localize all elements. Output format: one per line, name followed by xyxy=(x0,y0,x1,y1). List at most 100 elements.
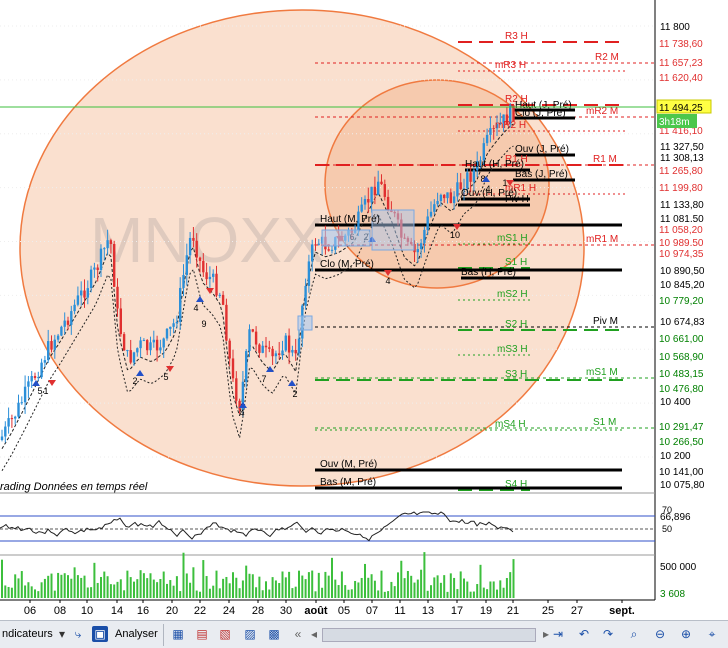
candle-body xyxy=(245,351,248,382)
volume-bar xyxy=(10,587,13,598)
zoom-box-icon[interactable]: ⌕ xyxy=(626,626,642,642)
indicators-menu[interactable]: ndicateurs xyxy=(2,625,53,643)
volume-bar xyxy=(278,583,281,598)
price-highlight-label: 10 661,00 xyxy=(659,334,704,345)
candle-body xyxy=(70,311,73,325)
volume-bar xyxy=(119,579,122,598)
grid-icon[interactable]: ▦ xyxy=(170,626,186,642)
zoom-out-icon[interactable]: ⊖ xyxy=(652,626,668,642)
bottom-toolbar: ndicateurs ▾ ⤷ ▣ Analyser ▦ ▤ ▧ ▨ ▩ « ◂ … xyxy=(0,620,728,648)
volume-bar xyxy=(116,581,119,598)
price-highlight-label: 11 058,20 xyxy=(659,225,703,236)
redo-icon[interactable]: ↷ xyxy=(600,626,616,642)
weekly-level-label: R3 H xyxy=(505,31,528,42)
volume-bar xyxy=(436,575,439,598)
candle-body xyxy=(386,196,390,210)
candle-body xyxy=(93,267,96,270)
candle-body xyxy=(231,358,235,379)
price-tick-label: 11 800 xyxy=(660,22,690,33)
volume-bar xyxy=(439,582,442,598)
dropdown-arrow-icon[interactable]: ▾ xyxy=(54,626,70,642)
candle-body xyxy=(284,335,287,351)
scroll-left-double-icon[interactable]: « xyxy=(290,626,306,642)
scroll-end-icon[interactable]: ⇥ xyxy=(550,626,566,642)
volume-bar xyxy=(218,588,221,598)
volume-bar xyxy=(17,578,20,598)
candle-body xyxy=(281,350,284,355)
volume-bar xyxy=(284,577,287,598)
time-axis[interactable]: 06 08 10 14 16 20 22 24 28 30 août 05 07 11 13 17 19 21 25… xyxy=(0,599,655,620)
scroll-left-icon[interactable]: ◂ xyxy=(306,626,322,642)
candle-body xyxy=(169,326,172,329)
volume-bar xyxy=(482,587,485,598)
candle-body xyxy=(106,240,109,249)
candle-body xyxy=(330,249,334,251)
chart-red-icon[interactable]: ▤ xyxy=(194,626,210,642)
volume-bar xyxy=(27,582,30,598)
candle-body xyxy=(221,294,225,305)
chart-layout-icon[interactable]: ▩ xyxy=(266,626,282,642)
volume-bar xyxy=(139,570,142,598)
volume-bar xyxy=(383,591,386,598)
volume-bar xyxy=(311,570,314,598)
volume-bar xyxy=(294,586,297,598)
volume-bar xyxy=(185,573,188,598)
zone-box xyxy=(297,315,313,331)
time-tick-label: 10 xyxy=(81,605,93,617)
volume-bar xyxy=(159,578,162,598)
candle-body xyxy=(179,287,182,322)
volume-bar xyxy=(344,585,347,598)
chart-template-icon[interactable]: ▨ xyxy=(242,626,258,642)
volume-bar xyxy=(133,581,135,598)
volume-bar xyxy=(232,572,234,598)
zoom-in-icon[interactable]: ⊕ xyxy=(678,626,694,642)
volume-bar xyxy=(443,575,446,598)
volume-bar xyxy=(212,585,215,598)
volume-bar xyxy=(136,579,139,598)
candle-body xyxy=(30,376,33,382)
volume-bar xyxy=(317,572,320,598)
candle-body xyxy=(367,199,370,203)
candle-body xyxy=(469,172,472,182)
candle-body xyxy=(363,199,367,205)
volume-bar xyxy=(430,585,432,598)
candle-body xyxy=(53,339,56,350)
volume-bar xyxy=(449,573,452,598)
candle-body xyxy=(14,416,17,419)
ohlc-level-label: Ouv (M, Pré) xyxy=(320,459,377,470)
chart-canvas[interactable]: MNOXX 51254947262410814 R3 HmR3 HR2 HmR2… xyxy=(0,0,728,620)
volume-panel[interactable]: 500 000 3 608 xyxy=(1,552,697,600)
volume-bar xyxy=(199,591,201,598)
price-tick-label: 11 133,80 xyxy=(660,200,704,211)
oscillator-panel[interactable]: 66,8967050 xyxy=(0,505,691,542)
candle-body xyxy=(0,436,4,440)
analyser-button[interactable]: Analyser xyxy=(115,625,158,643)
time-tick-label: 27 xyxy=(571,605,583,617)
zoom-reset-icon[interactable]: ⌖ xyxy=(704,626,720,642)
arrow-marker xyxy=(32,380,40,386)
volume-bar xyxy=(301,575,304,598)
volume-bar xyxy=(489,581,492,598)
candle-body xyxy=(291,349,294,353)
candle-body xyxy=(264,345,268,348)
analyser-icon[interactable]: ▣ xyxy=(92,626,108,642)
candle-body xyxy=(17,402,20,417)
candle-body xyxy=(268,347,271,349)
candle-body xyxy=(80,290,83,296)
wave-number-label: 10 xyxy=(450,230,460,240)
volume-bar xyxy=(235,577,238,598)
chart-alt-icon[interactable]: ▧ xyxy=(217,626,233,642)
horizontal-scrollbar[interactable] xyxy=(322,628,536,642)
volume-bar xyxy=(304,579,307,598)
share-icon[interactable]: ⤷ xyxy=(70,626,86,642)
volume-bar xyxy=(331,557,333,598)
candle-body xyxy=(149,342,152,351)
volume-bar xyxy=(453,577,456,598)
price-tick-label: 10 674,83 xyxy=(660,317,705,328)
candle-body xyxy=(63,320,66,327)
undo-icon[interactable]: ↶ xyxy=(576,626,592,642)
volume-bar xyxy=(73,567,76,598)
candle-body xyxy=(33,376,37,379)
volume-bar xyxy=(403,578,406,598)
wave-number-label: 5 xyxy=(37,386,42,396)
